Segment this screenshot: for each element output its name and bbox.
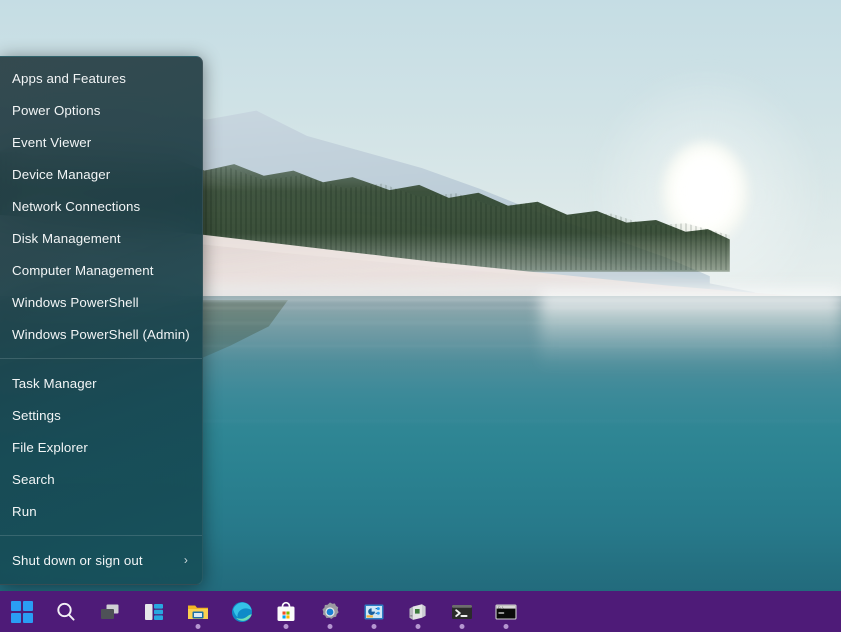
menu-item-label: Event Viewer <box>12 135 190 150</box>
menu-item-network-connections[interactable]: Network Connections <box>0 190 202 222</box>
menu-item-label: Windows PowerShell (Admin) <box>12 327 190 342</box>
taskbar-running-indicator <box>284 624 289 629</box>
taskbar-icon-strip: C:\ <box>0 591 528 632</box>
menu-item-settings[interactable]: Settings <box>0 399 202 431</box>
svg-text:C:\: C:\ <box>498 605 504 609</box>
taskbar-command-prompt-button[interactable]: C:\ <box>484 591 528 632</box>
menu-item-label: Computer Management <box>12 263 190 278</box>
menu-item-task-manager[interactable]: Task Manager <box>0 367 202 399</box>
taskbar-running-indicator <box>460 624 465 629</box>
menu-item-label: Disk Management <box>12 231 190 246</box>
menu-item-file-explorer[interactable]: File Explorer <box>0 431 202 463</box>
taskbar-powershell-button[interactable] <box>440 591 484 632</box>
edge-icon <box>230 600 254 624</box>
menu-item-apps-and-features[interactable]: Apps and Features <box>0 62 202 94</box>
winx-quick-link-menu[interactable]: Apps and Features Power Options Event Vi… <box>0 56 203 585</box>
search-icon <box>54 600 78 624</box>
taskbar-running-indicator <box>504 624 509 629</box>
taskbar-edge-button[interactable] <box>220 591 264 632</box>
menu-item-label: Network Connections <box>12 199 190 214</box>
menu-item-label: Device Manager <box>12 167 190 182</box>
menu-item-computer-management[interactable]: Computer Management <box>0 254 202 286</box>
microsoft-store-icon <box>274 600 298 624</box>
taskbar-start-button[interactable] <box>0 591 44 632</box>
winx-menu-group-session: Shut down or sign out › Desktop <box>0 539 202 585</box>
menu-item-label: Search <box>12 472 190 487</box>
menu-separator <box>0 358 202 359</box>
taskbar-device-manager-button[interactable] <box>396 591 440 632</box>
file-explorer-icon <box>186 600 210 624</box>
menu-item-event-viewer[interactable]: Event Viewer <box>0 126 202 158</box>
menu-item-search[interactable]: Search <box>0 463 202 495</box>
menu-item-run[interactable]: Run <box>0 495 202 527</box>
menu-item-label: Task Manager <box>12 376 190 391</box>
menu-item-windows-powershell[interactable]: Windows PowerShell <box>0 286 202 318</box>
menu-item-label: Apps and Features <box>12 71 190 86</box>
menu-item-label: Desktop <box>12 585 190 586</box>
taskbar-running-indicator <box>416 624 421 629</box>
winx-menu-group-tools: Task Manager Settings File Explorer Sear… <box>0 362 202 532</box>
taskbar[interactable]: C:\ <box>0 591 841 632</box>
menu-item-shut-down-or-sign-out[interactable]: Shut down or sign out › <box>0 544 202 576</box>
taskbar-store-button[interactable] <box>264 591 308 632</box>
control-panel-icon <box>362 600 386 624</box>
taskbar-running-indicator <box>196 624 201 629</box>
menu-item-disk-management[interactable]: Disk Management <box>0 222 202 254</box>
menu-item-label: Shut down or sign out <box>12 553 184 568</box>
winx-menu-group-system: Apps and Features Power Options Event Vi… <box>0 57 202 355</box>
taskbar-task-view-button[interactable] <box>88 591 132 632</box>
taskbar-running-indicator <box>328 624 333 629</box>
menu-separator <box>0 535 202 536</box>
gear-icon <box>318 600 342 624</box>
menu-item-label: Windows PowerShell <box>12 295 190 310</box>
wallpaper-sun-reflection <box>540 292 841 372</box>
taskbar-running-indicator <box>372 624 377 629</box>
menu-item-device-manager[interactable]: Device Manager <box>0 158 202 190</box>
device-manager-icon <box>406 600 430 624</box>
menu-item-label: File Explorer <box>12 440 190 455</box>
chevron-right-icon: › <box>184 553 188 567</box>
taskbar-widgets-button[interactable] <box>132 591 176 632</box>
windows-start-icon <box>11 601 33 623</box>
menu-item-label: Power Options <box>12 103 190 118</box>
powershell-icon <box>450 600 474 624</box>
menu-item-power-options[interactable]: Power Options <box>0 94 202 126</box>
menu-item-label: Settings <box>12 408 190 423</box>
menu-item-desktop[interactable]: Desktop <box>0 576 202 585</box>
taskbar-settings-button[interactable] <box>308 591 352 632</box>
taskbar-file-explorer-button[interactable] <box>176 591 220 632</box>
taskbar-search-button[interactable] <box>44 591 88 632</box>
taskbar-control-panel-button[interactable] <box>352 591 396 632</box>
command-prompt-icon: C:\ <box>494 600 518 624</box>
menu-item-label: Run <box>12 504 190 519</box>
widgets-icon <box>142 600 166 624</box>
task-view-icon <box>98 600 122 624</box>
menu-item-windows-powershell-admin[interactable]: Windows PowerShell (Admin) <box>0 318 202 350</box>
desktop-screen: Apps and Features Power Options Event Vi… <box>0 0 841 632</box>
